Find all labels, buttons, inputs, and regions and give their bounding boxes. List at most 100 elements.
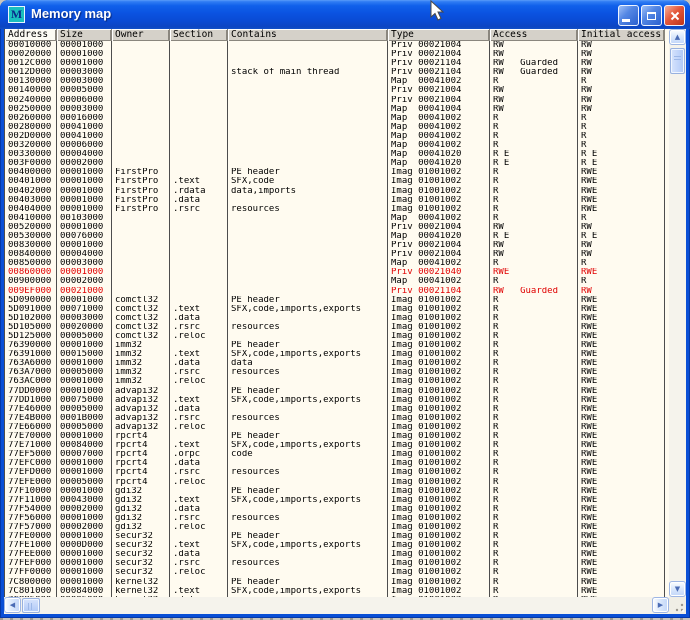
table-row[interactable]: 763A600000001000imm32.datadataImag 01001… — [4, 359, 669, 368]
title-bar[interactable]: M Memory map — [0, 0, 690, 29]
table-row[interactable]: 7C80100000084000kernel32.textSFX,code,im… — [4, 587, 669, 596]
table-row[interactable]: 5D12500000005000comctl32.relocImag 01001… — [4, 332, 669, 341]
table-row[interactable]: 77EFC00000001000rpcrt4.dataImag 01001002… — [4, 459, 669, 468]
close-button[interactable] — [664, 5, 685, 26]
table-row[interactable]: 77FF000000001000secur32.relocImag 010010… — [4, 568, 669, 577]
table-row[interactable]: 0012C00000001000Priv 00021104RW GuardedR… — [4, 59, 669, 68]
cell-type: Imag 01001002 — [388, 487, 490, 496]
table-row[interactable]: 7C80000000001000kernel32PE headerImag 01… — [4, 578, 669, 587]
cell-access: R — [490, 578, 578, 587]
table-row[interactable]: 77E6600000005000advapi32.relocImag 01001… — [4, 423, 669, 432]
table-row[interactable]: 763A700000005000imm32.rsrcresourcesImag … — [4, 368, 669, 377]
table-row[interactable]: 009EF00000021000Priv 00021104RW GuardedR… — [4, 287, 669, 296]
table-row[interactable]: 77EFE00000005000rpcrt4.relocImag 0100100… — [4, 478, 669, 487]
column-header-access[interactable]: Access — [490, 29, 578, 41]
table-row[interactable]: 0085000000003000Map 00041002RR — [4, 259, 669, 268]
table-row[interactable]: 0013000000003000Map 00041002RR — [4, 77, 669, 86]
table-row[interactable]: 0012D00000003000stack of main threadPriv… — [4, 68, 669, 77]
table-row[interactable]: 0040400000001000FirstPro.rsrcresourcesIm… — [4, 205, 669, 214]
column-header-initial_access[interactable]: Initial access — [578, 29, 665, 41]
table-row[interactable]: 77DD100000075000advapi32.textSFX,code,im… — [4, 396, 669, 405]
column-header-contains[interactable]: Contains — [228, 29, 388, 41]
table-row[interactable]: 0052000000001000Priv 00021004RWRW — [4, 223, 669, 232]
column-header-section[interactable]: Section — [170, 29, 228, 41]
scroll-down-button[interactable]: ▼ — [669, 581, 686, 597]
cell-section — [170, 59, 228, 68]
table-row[interactable]: 77FE10000000D000secur32.textSFX,code,imp… — [4, 541, 669, 550]
minimize-button[interactable] — [618, 5, 639, 26]
table-row[interactable]: 0002000000001000Priv 00021004RWRW — [4, 50, 669, 59]
table-row[interactable]: 7639000000001000imm32PE headerImag 01001… — [4, 341, 669, 350]
table-row[interactable]: 0053000000076000Map 00041020R ER E — [4, 232, 669, 241]
table-row[interactable]: 77F5700000002000gdi32.relocImag 01001002… — [4, 523, 669, 532]
table-row[interactable]: 5D09000000001000comctl32PE headerImag 01… — [4, 296, 669, 305]
cell-address: 5D105000 — [4, 323, 57, 332]
table-row[interactable]: 0041000000103000Map 00041002RR — [4, 214, 669, 223]
table-row[interactable]: 77F1100000043000gdi32.textSFX,code,impor… — [4, 496, 669, 505]
app-icon[interactable]: M — [8, 6, 25, 23]
table-row[interactable]: 77E7000000001000rpcrt4PE headerImag 0100… — [4, 432, 669, 441]
table-row[interactable]: 0026000000016000Map 00041002RR — [4, 114, 669, 123]
horizontal-scrollbar[interactable]: ◀ ▶ — [4, 597, 669, 614]
scroll-left-button[interactable]: ◀ — [4, 597, 21, 613]
cell-initial_access: RWE — [578, 314, 665, 323]
table-row[interactable]: 003F000000002000Map 00041020R ER E — [4, 159, 669, 168]
column-header-address[interactable]: Address — [4, 29, 57, 41]
table-row[interactable]: 0040000000001000FirstProPE headerImag 01… — [4, 168, 669, 177]
table-row[interactable]: 0090000000002000Map 00041002RR — [4, 277, 669, 286]
cell-section — [170, 68, 228, 77]
cell-section: .rdata — [170, 187, 228, 196]
table-row[interactable]: 5D10500000020000comctl32.rsrcresourcesIm… — [4, 323, 669, 332]
table-row[interactable]: 77E4600000005000advapi32.dataImag 010010… — [4, 405, 669, 414]
table-row[interactable]: 77EFD00000001000rpcrt4.rsrcresourcesImag… — [4, 468, 669, 477]
table-row[interactable]: 0025000000003000Map 00041004RWRW — [4, 105, 669, 114]
table-row[interactable]: 0040300000001000FirstPro.dataImag 010010… — [4, 196, 669, 205]
cell-size: 00005000 — [57, 405, 112, 414]
table-row[interactable]: 77FE000000001000secur32PE headerImag 010… — [4, 532, 669, 541]
hscroll-thumb[interactable] — [22, 598, 40, 613]
table-row[interactable]: 0033000000004000Map 00041020R ER E — [4, 150, 669, 159]
vscroll-thumb[interactable] — [670, 48, 685, 74]
table-row[interactable]: 0040100000001000FirstPro.textSFX,codeIma… — [4, 177, 669, 186]
table-row[interactable]: 0024000000006000Priv 00021004RWRW — [4, 96, 669, 105]
cell-owner — [112, 68, 170, 77]
table-row[interactable]: 77FEE00000001000secur32.dataImag 0100100… — [4, 550, 669, 559]
cell-address: 003F0000 — [4, 159, 57, 168]
table-row[interactable]: 0084000000004000Priv 00021004RWRW — [4, 250, 669, 259]
table-row[interactable]: 77F5600000001000gdi32.rsrcresourcesImag … — [4, 514, 669, 523]
cell-owner: advapi32 — [112, 396, 170, 405]
table-row[interactable]: 77FEF00000001000secur32.rsrcresourcesIma… — [4, 559, 669, 568]
cell-address: 77F56000 — [4, 514, 57, 523]
maximize-button[interactable] — [641, 5, 662, 26]
resize-grip[interactable] — [669, 597, 686, 614]
cell-contains — [228, 223, 388, 232]
table-row[interactable]: 0028000000041000Map 00041002RR — [4, 123, 669, 132]
scroll-up-button[interactable]: ▲ — [669, 29, 686, 45]
table-row[interactable]: 77F1000000001000gdi32PE headerImag 01001… — [4, 487, 669, 496]
table-row[interactable]: 77F5400000002000gdi32.dataImag 01001002R… — [4, 505, 669, 514]
minimize-icon — [622, 19, 630, 22]
table-row[interactable]: 0032000000006000Map 00041002RR — [4, 141, 669, 150]
table-row[interactable]: 002D000000041000Map 00041002RR — [4, 132, 669, 141]
cell-contains — [228, 150, 388, 159]
scroll-right-button[interactable]: ▶ — [652, 597, 669, 613]
cell-address: 00850000 — [4, 259, 57, 268]
column-header-type[interactable]: Type — [388, 29, 490, 41]
column-header-owner[interactable]: Owner — [112, 29, 170, 41]
vertical-scrollbar[interactable]: ▲ ▼ — [669, 29, 686, 597]
table-row[interactable]: 77E4B0000001B000advapi32.rsrcresourcesIm… — [4, 414, 669, 423]
table-row[interactable]: 77DD000000001000advapi32PE headerImag 01… — [4, 387, 669, 396]
table-row[interactable]: 0001000000001000Priv 00021004RWRW — [4, 41, 669, 50]
table-row[interactable]: 763AC00000001000imm32.relocImag 01001002… — [4, 377, 669, 386]
cell-size: 00001000 — [57, 296, 112, 305]
table-row[interactable]: 0040200000001000FirstPro.rdatadata,impor… — [4, 187, 669, 196]
column-header-size[interactable]: Size — [57, 29, 112, 41]
table-row[interactable]: 7639100000015000imm32.textSFX,code,impor… — [4, 350, 669, 359]
table-row[interactable]: 5D09100000071000comctl32.textSFX,code,im… — [4, 305, 669, 314]
table-row[interactable]: 0086000000001000Priv 00021040RWERWE — [4, 268, 669, 277]
table-row[interactable]: 77EF500000007000rpcrt4.orpccodeImag 0100… — [4, 450, 669, 459]
table-row[interactable]: 5D10200000003000comctl32.dataImag 010010… — [4, 314, 669, 323]
table-row[interactable]: 0014000000005000Priv 00021004RWRW — [4, 86, 669, 95]
table-row[interactable]: 0083000000001000Priv 00021004RWRW — [4, 241, 669, 250]
table-row[interactable]: 77E7100000084000rpcrt4.textSFX,code,impo… — [4, 441, 669, 450]
